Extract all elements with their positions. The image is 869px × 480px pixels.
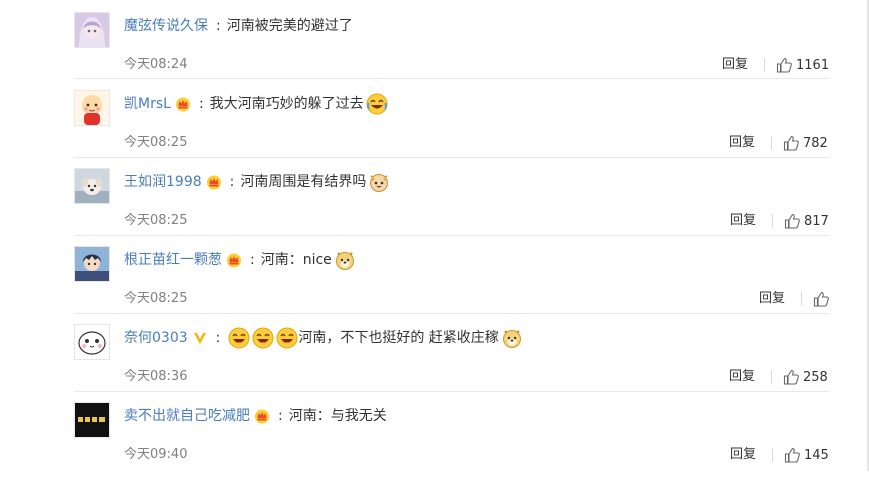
action-separator bbox=[801, 292, 802, 306]
username-link[interactable]: 魔弦传说久保 bbox=[124, 14, 208, 38]
action-separator bbox=[771, 370, 772, 384]
colon-separator: : bbox=[216, 18, 221, 34]
like-button[interactable]: 145 bbox=[784, 446, 829, 464]
like-count: 782 bbox=[803, 135, 828, 151]
avatar[interactable] bbox=[74, 324, 110, 360]
username-link[interactable]: 王如润1998 bbox=[124, 170, 202, 194]
crown-vip-icon[interactable] bbox=[175, 96, 191, 112]
like-count: 817 bbox=[804, 213, 829, 229]
reply-button[interactable]: 回复 bbox=[722, 56, 748, 74]
comment-item: 王如润1998 : 河南周围是有结界吗 今天08:25 回复 817 bbox=[0, 168, 869, 246]
like-button[interactable]: 782 bbox=[783, 134, 828, 152]
reply-button[interactable]: 回复 bbox=[759, 290, 785, 308]
comment-text: 河南，不下也挺好的 赶紧收庄稼 bbox=[298, 330, 499, 346]
action-separator bbox=[772, 448, 773, 462]
crown-vip-icon[interactable] bbox=[206, 174, 222, 190]
doge-emoji-icon bbox=[501, 327, 523, 349]
username-link[interactable]: 卖不出就自己吃减肥 bbox=[124, 404, 250, 428]
laugh-emoji-icon bbox=[276, 327, 298, 349]
verified-v-icon[interactable] bbox=[192, 330, 208, 346]
avatar[interactable] bbox=[74, 402, 110, 438]
like-button[interactable]: 1161 bbox=[776, 56, 829, 74]
avatar-cartoon-baby-image bbox=[75, 91, 109, 125]
reply-button[interactable]: 回复 bbox=[730, 212, 756, 230]
username-link[interactable]: 奈何0303 bbox=[124, 326, 188, 350]
comment-time: 今天08:25 bbox=[124, 135, 188, 150]
thumbs-up-icon bbox=[783, 369, 799, 385]
action-separator bbox=[764, 58, 765, 72]
avatar-dog-photo-image bbox=[75, 169, 109, 203]
comment-text: 河南被完美的避过了 bbox=[226, 18, 353, 34]
colon-separator: : bbox=[278, 408, 283, 424]
thumbs-up-icon bbox=[813, 291, 829, 307]
action-separator bbox=[771, 136, 772, 150]
avatar-anime-girl-image bbox=[75, 13, 109, 47]
avatar[interactable] bbox=[74, 246, 110, 282]
colon-separator: : bbox=[250, 252, 255, 268]
thumbs-up-icon bbox=[776, 57, 792, 73]
crown-vip-icon[interactable] bbox=[226, 252, 242, 268]
reply-button[interactable]: 回复 bbox=[729, 134, 755, 152]
comment-item: 凯MrsL : 我大河南巧妙的躲了过去 今天08:25 回复 782 bbox=[0, 90, 869, 168]
avatar-anime-boy-image bbox=[75, 247, 109, 281]
comment-divider bbox=[74, 235, 829, 236]
cat-emoji-icon bbox=[368, 171, 390, 193]
like-button[interactable]: 817 bbox=[784, 212, 829, 230]
avatar-cartoon-face-image bbox=[75, 325, 109, 359]
like-count: 258 bbox=[803, 369, 828, 385]
comment-divider bbox=[74, 391, 829, 392]
like-button[interactable]: 258 bbox=[783, 368, 828, 386]
action-separator bbox=[772, 214, 773, 228]
comment-text: 河南：nice bbox=[260, 252, 332, 268]
comment-text: 我大河南巧妙的躲了过去 bbox=[209, 96, 364, 112]
comment-item: 魔弦传说久保 : 河南被完美的避过了 今天08:24 回复 1161 bbox=[0, 12, 869, 90]
colon-separator: : bbox=[198, 96, 204, 112]
comment-divider bbox=[74, 78, 829, 79]
colon-separator: : bbox=[229, 174, 235, 190]
comment-text: 河南周围是有结界吗 bbox=[240, 174, 367, 190]
comment-time: 今天09:40 bbox=[124, 447, 188, 462]
colon-separator: : bbox=[215, 330, 221, 346]
like-count: 145 bbox=[804, 447, 829, 463]
laugh-emoji-icon bbox=[228, 327, 250, 349]
comment-text: 河南：与我无关 bbox=[288, 408, 387, 424]
comment-time: 今天08:36 bbox=[124, 369, 188, 384]
like-button[interactable] bbox=[813, 290, 833, 308]
doge-emoji-icon bbox=[334, 249, 356, 271]
laugh-emoji-icon bbox=[252, 327, 274, 349]
reply-button[interactable]: 回复 bbox=[729, 368, 755, 386]
comment-item: 根正苗红一颗葱 : 河南：nice 今天08:25 回复 bbox=[0, 246, 869, 324]
laugh-cry-emoji-icon bbox=[366, 93, 388, 115]
comment-time: 今天08:25 bbox=[124, 291, 188, 306]
avatar[interactable] bbox=[74, 12, 110, 48]
username-link[interactable]: 凯MrsL bbox=[124, 92, 171, 116]
comment-item: 卖不出就自己吃减肥 : 河南：与我无关 今天09:40 回复 145 bbox=[0, 402, 869, 480]
avatar[interactable] bbox=[74, 90, 110, 126]
avatar-dark-text-image bbox=[75, 403, 109, 437]
crown-vip-icon[interactable] bbox=[254, 408, 270, 424]
comment-time: 今天08:24 bbox=[124, 57, 188, 72]
comment-divider bbox=[74, 313, 829, 314]
comment-divider bbox=[74, 157, 829, 158]
avatar[interactable] bbox=[74, 168, 110, 204]
comment-panel: 魔弦传说久保 : 河南被完美的避过了 今天08:24 回复 1161 凯MrsL… bbox=[0, 0, 869, 471]
thumbs-up-icon bbox=[784, 213, 800, 229]
like-count: 1161 bbox=[796, 57, 830, 73]
username-link[interactable]: 根正苗红一颗葱 bbox=[124, 248, 222, 272]
comment-time: 今天08:25 bbox=[124, 213, 188, 228]
thumbs-up-icon bbox=[784, 447, 800, 463]
reply-button[interactable]: 回复 bbox=[730, 446, 756, 464]
thumbs-up-icon bbox=[783, 135, 799, 151]
comment-item: 奈何0303 : 河南，不下也挺好的 赶紧收庄稼 今天08:36 回复 258 bbox=[0, 324, 869, 402]
